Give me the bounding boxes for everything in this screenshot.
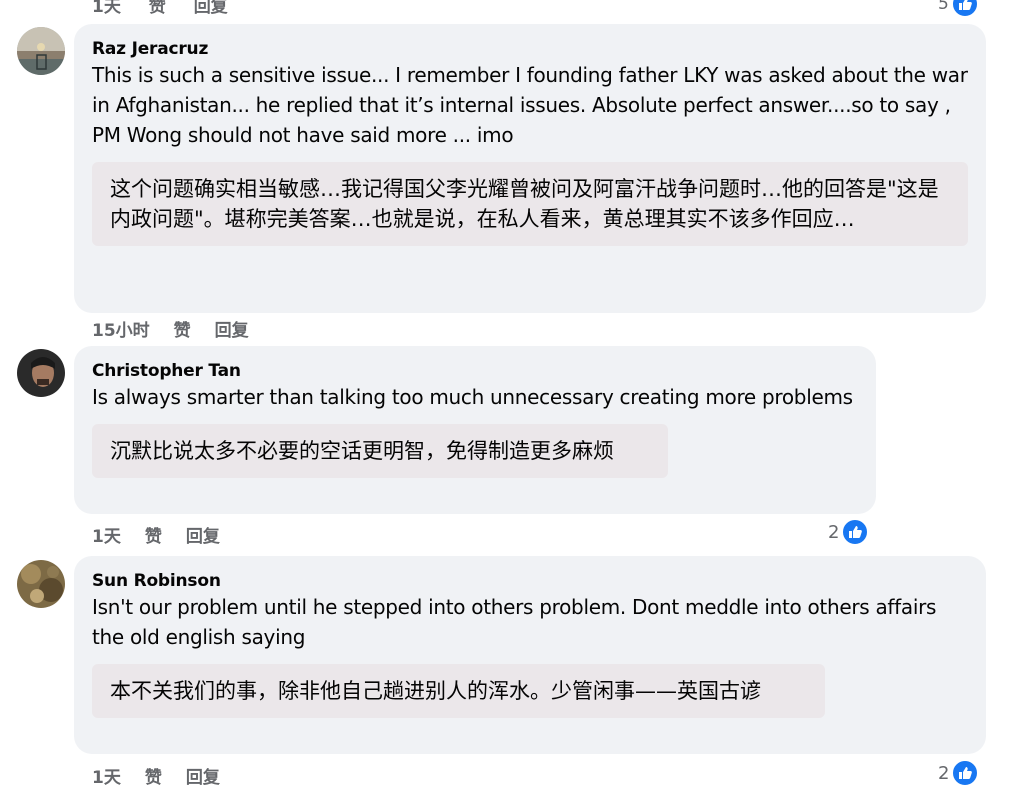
reaction-count: 2 [938,762,950,784]
comment-text: This is such a sensitive issue... I reme… [92,63,968,147]
like-button[interactable]: 赞 [174,316,191,341]
like-reaction-icon [951,759,980,787]
comment-time[interactable]: 1天 [92,522,121,547]
like-reaction-icon [841,518,870,546]
comment-text: Is always smarter than talking too much … [92,385,853,409]
avatar[interactable] [17,349,65,397]
reaction-summary[interactable]: 2 [938,759,980,787]
reply-button[interactable]: 回复 [186,763,220,788]
reaction-count: 2 [828,521,840,543]
comment-actions: 15小时 赞 回复 [92,316,273,341]
reaction-count: 5 [938,0,949,14]
like-button[interactable]: 赞 [149,0,166,17]
comment-translation: 沉默比说太多不必要的空话更明智，免得制造更多麻烦 [92,424,668,478]
like-button[interactable]: 赞 [145,763,162,788]
reaction-summary[interactable]: 2 [828,518,870,546]
comment-time[interactable]: 1天 [92,763,121,788]
avatar[interactable] [17,560,65,608]
comment-text: Isn't our problem until he stepped into … [92,595,937,649]
comment-bubble: Raz Jeracruz This is such a sensitive is… [74,24,986,313]
comment-author[interactable]: Sun Robinson [92,570,968,592]
reply-button[interactable]: 回复 [194,0,228,17]
comment-bubble: Sun Robinson Isn't our problem until he … [74,556,986,754]
comment-translation: 这个问题确实相当敏感…我记得国父李光耀曾被问及阿富汗战争问题时…他的回答是"这是… [92,162,968,246]
comment-author[interactable]: Christopher Tan [92,360,858,382]
reaction-summary[interactable]: 5 [938,0,979,18]
like-button[interactable]: 赞 [145,522,162,547]
like-reaction-icon [950,0,979,18]
comment-time[interactable]: 15小时 [92,316,150,341]
comment-author[interactable]: Raz Jeracruz [92,38,968,60]
comment-translation: 本不关我们的事，除非他自己趟进别人的浑水。少管闲事——英国古谚 [92,664,825,718]
reply-button[interactable]: 回复 [215,316,249,341]
comment-bubble: Christopher Tan Is always smarter than t… [74,346,876,514]
reply-button[interactable]: 回复 [186,522,220,547]
avatar[interactable] [17,27,65,75]
comment-actions: 1天 赞 回复 [92,763,244,788]
comment-actions: 1天 赞 回复 [92,522,244,547]
previous-comment-actions: 1天 赞 回复 [92,0,250,17]
comment-time[interactable]: 1天 [92,0,121,17]
